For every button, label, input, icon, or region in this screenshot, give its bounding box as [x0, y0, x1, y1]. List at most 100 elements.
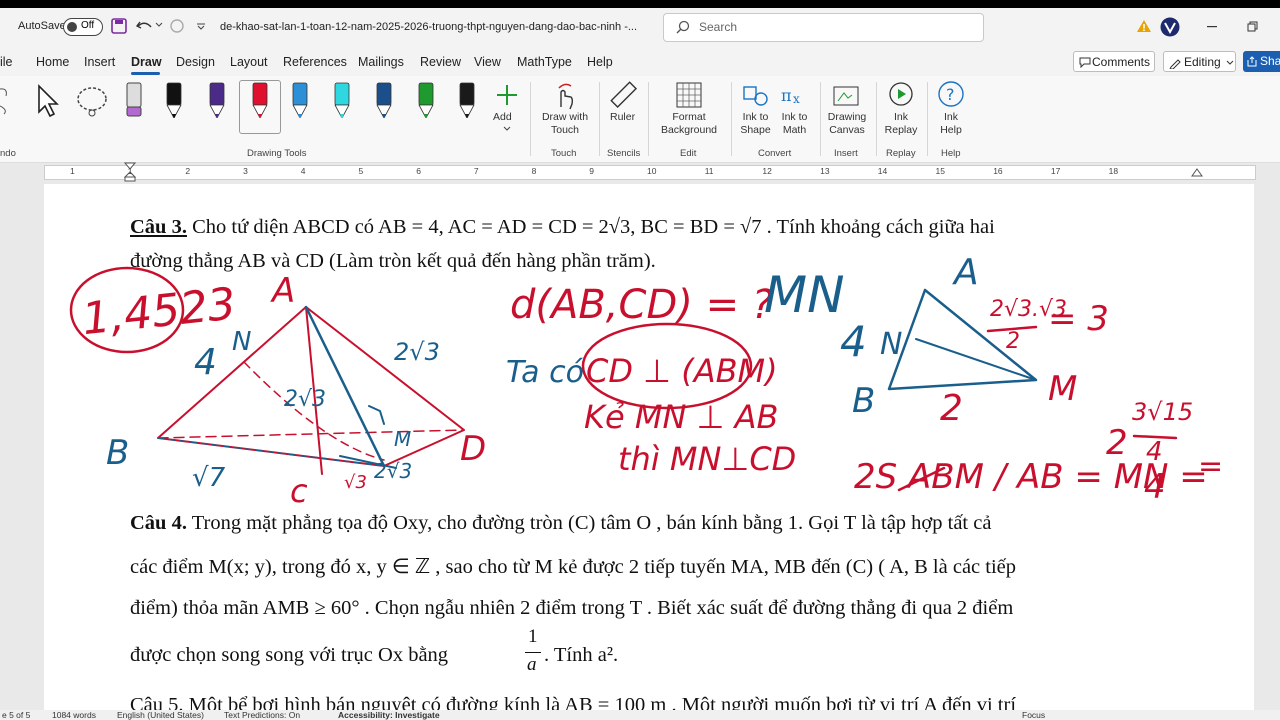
pen-6-icon[interactable] [373, 82, 395, 118]
format-background-label[interactable]: Format Background [655, 111, 723, 137]
ruler-number: 9 [589, 166, 595, 176]
ruler-number: 1 [127, 166, 133, 176]
tab-design[interactable]: Design [176, 55, 215, 69]
minimize-icon[interactable] [1207, 26, 1217, 28]
ruler-label[interactable]: Ruler [610, 111, 635, 124]
ruler-icon[interactable] [609, 80, 637, 110]
restore-icon[interactable] [1247, 21, 1258, 32]
stencils-group-label: Stencils [607, 148, 641, 159]
word-count[interactable]: 1084 words [52, 710, 96, 720]
touch-group-label: Touch [551, 148, 577, 159]
tab-view[interactable]: View [474, 55, 501, 69]
ink-to-math-icon[interactable]: πx [779, 81, 807, 109]
page-count[interactable]: e 5 of 5 [2, 710, 30, 720]
comment-icon [1079, 57, 1091, 68]
eraser-icon[interactable] [124, 82, 144, 120]
svg-text:?: ? [946, 85, 955, 104]
tab-home[interactable]: Home [36, 55, 69, 69]
redo-icon[interactable] [168, 18, 186, 34]
ink-label-d1: D [460, 429, 486, 469]
document-title: de-khao-sat-lan-1-toan-12-nam-2025-2026-… [220, 21, 638, 33]
ruler-number: 4 [300, 166, 306, 176]
ink-label-m2: M [1048, 369, 1077, 409]
ink-frac2-bottom: 4 [1144, 467, 1166, 507]
pen-5-icon[interactable] [331, 82, 353, 118]
share-button[interactable]: Sha [1243, 51, 1280, 72]
ink-label-b1: B [106, 433, 129, 473]
insert-group-label: Insert [834, 148, 858, 159]
quick-access-customize-icon[interactable] [196, 21, 206, 31]
replay-group-label: Replay [886, 148, 916, 159]
undo-group-label: ndo [0, 148, 16, 159]
tab-mailings[interactable]: Mailings [358, 55, 404, 69]
ink-help-icon[interactable]: ? [937, 80, 965, 108]
drawing-tools-group-label: Drawing Tools [247, 148, 307, 159]
tab-insert[interactable]: Insert [84, 55, 115, 69]
tab-review[interactable]: Review [420, 55, 461, 69]
ruler-number: 10 [647, 166, 657, 176]
document-page[interactable]: Câu 3. Cho tứ diện ABCD có AB = 4, AC = … [44, 184, 1254, 714]
ink-to-shape-label[interactable]: Ink to Shape [738, 111, 773, 137]
save-icon[interactable] [111, 18, 127, 34]
ink-two-sqrt3-cd: 2√3 [374, 459, 412, 483]
edit-group-label: Edit [680, 148, 697, 159]
ribbon-separator [530, 82, 531, 156]
pen-7-icon[interactable] [415, 82, 437, 118]
ink-frac2-top: 3√15 [1132, 398, 1193, 426]
add-pen-icon[interactable] [496, 84, 518, 106]
editing-mode-button[interactable]: Editing [1163, 51, 1236, 72]
draw-with-touch-label[interactable]: Draw with Touch [540, 111, 590, 137]
autosave-toggle[interactable]: Off [63, 18, 103, 36]
draw-with-touch-icon[interactable] [553, 82, 577, 110]
screen-top-strip [0, 0, 1280, 8]
lasso-select-icon[interactable] [74, 84, 110, 120]
tab-draw[interactable]: Draw [131, 55, 162, 69]
tab-file[interactable]: ile [0, 55, 13, 69]
ink-overlay: 1,4523 A N 4 B c D √7 2√3 2√3 2√3 √3 M d… [69, 252, 1223, 510]
edge-bd-dashed [157, 429, 465, 439]
ink-label-a2: A [952, 252, 979, 293]
tab-mathtype[interactable]: MathType [517, 55, 572, 69]
ink-two-sqrt3-ad: 2√3 [394, 338, 440, 366]
comments-button[interactable]: Comments [1073, 51, 1155, 72]
account-avatar-icon[interactable] [1160, 17, 1180, 37]
ruler-number: 3 [243, 166, 248, 176]
tab-layout[interactable]: Layout [230, 55, 268, 69]
status-bar: e 5 of 5 1084 words English (United Stat… [0, 710, 1280, 720]
active-tab-indicator [131, 72, 160, 75]
ink-label-b2: B [852, 381, 875, 421]
add-pen-label[interactable]: Add [493, 111, 512, 124]
search-box[interactable]: Search [663, 13, 984, 42]
accessibility-status[interactable]: Accessibility: Investigate [338, 710, 440, 720]
undo-group-icon[interactable] [0, 86, 10, 116]
select-arrow-icon[interactable] [36, 84, 62, 118]
right-indent-marker-icon[interactable] [1191, 168, 1203, 178]
ink-to-math-label[interactable]: Ink to Math [777, 111, 812, 137]
ink-sqrt3: √3 [344, 472, 367, 493]
tab-references[interactable]: References [283, 55, 347, 69]
ink-to-shape-icon[interactable] [741, 81, 769, 109]
pen-4-icon[interactable] [289, 82, 311, 118]
ink-help-label[interactable]: Ink Help [939, 111, 963, 137]
language[interactable]: English (United States) [117, 710, 204, 720]
undo-icon[interactable] [136, 18, 154, 34]
text-predictions[interactable]: Text Predictions: On [224, 710, 300, 720]
drawing-canvas-icon[interactable] [832, 81, 860, 109]
pen-2-icon[interactable] [206, 82, 228, 118]
drawing-canvas-label[interactable]: Drawing Canvas [826, 111, 868, 137]
warning-icon[interactable] [1136, 19, 1152, 33]
format-background-icon[interactable] [675, 81, 703, 109]
ink-label-four1: 4 [194, 342, 217, 383]
ink-replay-label[interactable]: Ink Replay [884, 111, 918, 137]
ink-replay-icon[interactable] [887, 80, 915, 108]
pen-1-icon[interactable] [163, 82, 185, 118]
pen-8-icon[interactable] [456, 82, 478, 118]
search-icon [676, 20, 690, 34]
ruler-number: 12 [762, 166, 772, 176]
svg-text:π: π [781, 86, 792, 105]
focus-mode[interactable]: Focus [1022, 710, 1045, 720]
tab-help[interactable]: Help [587, 55, 613, 69]
ink-two-dot: 2 [1106, 423, 1128, 463]
ribbon-separator [599, 82, 600, 156]
undo-dropdown-icon[interactable] [155, 22, 163, 28]
